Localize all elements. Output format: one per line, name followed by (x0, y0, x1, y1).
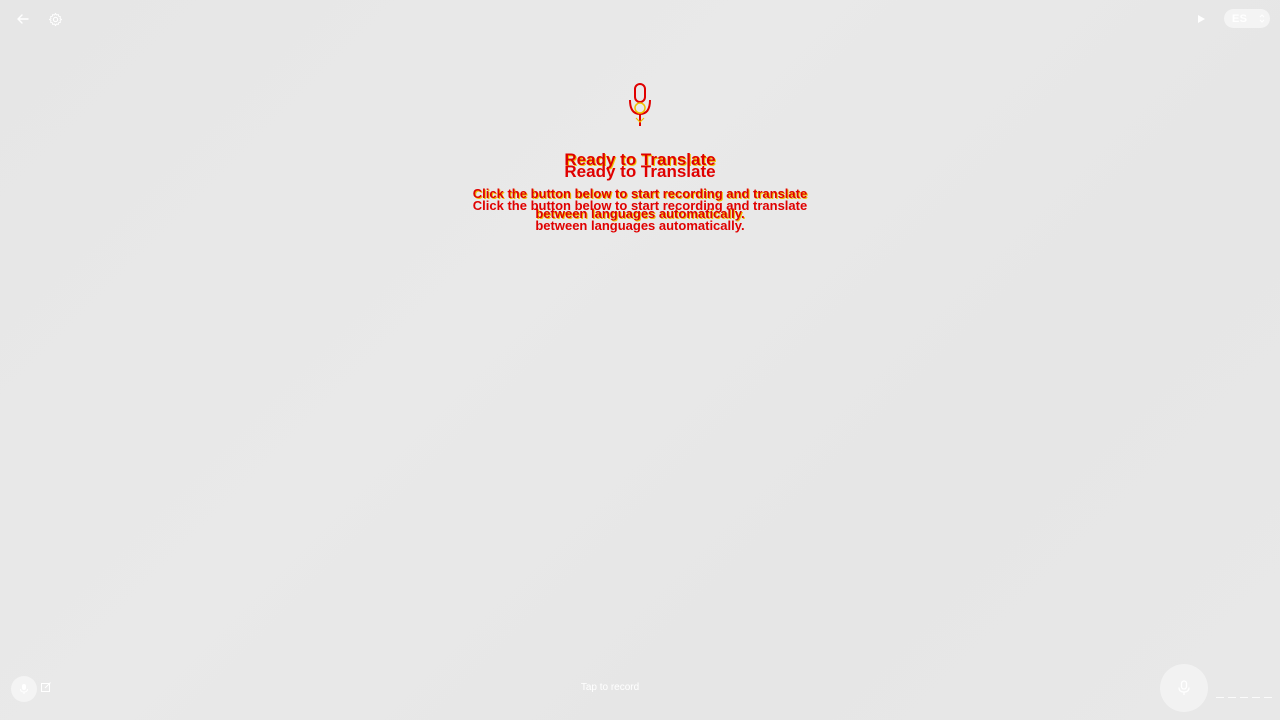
microphone-icon (620, 80, 660, 132)
voice-mode-button[interactable] (11, 676, 37, 702)
play-button[interactable] (1190, 8, 1212, 30)
back-button[interactable] (12, 8, 34, 30)
record-status-label: Tap to record (580, 682, 640, 693)
language-code: ES (1232, 12, 1248, 25)
settings-button[interactable] (44, 8, 66, 30)
translator-app: ES Ready to Translate Click the button b… (0, 0, 1280, 720)
record-button[interactable] (1160, 664, 1208, 712)
gear-icon (48, 12, 62, 26)
top-bar: ES (0, 0, 1280, 38)
bottom-bar: Tap to record (0, 655, 1280, 720)
audio-level-indicator (1216, 697, 1274, 699)
text-mode-button[interactable] (40, 680, 54, 694)
play-icon (1198, 15, 1205, 23)
empty-state-description: Click the button below to start recordin… (472, 186, 808, 221)
empty-state: Ready to Translate Click the button belo… (390, 80, 890, 224)
microphone-icon (20, 684, 28, 694)
edit-icon (41, 682, 51, 692)
empty-state-title: Ready to Translate (564, 150, 716, 169)
language-select[interactable]: ES (1224, 9, 1270, 28)
chevron-updown-icon (1259, 14, 1265, 23)
microphone-icon (1178, 680, 1190, 695)
arrow-left-icon (17, 14, 29, 24)
